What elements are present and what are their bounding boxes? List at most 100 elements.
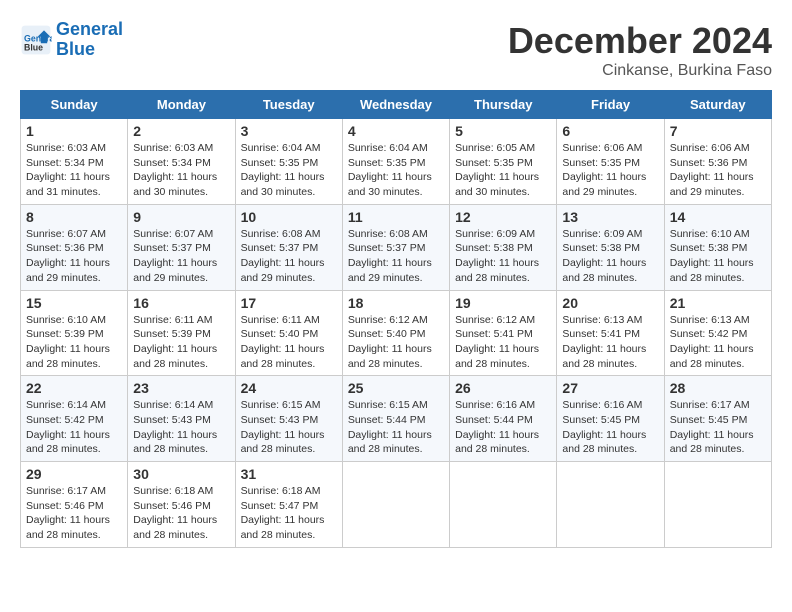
- calendar-cell: 13 Sunrise: 6:09 AMSunset: 5:38 PMDaylig…: [557, 204, 664, 290]
- calendar-cell: 4 Sunrise: 6:04 AMSunset: 5:35 PMDayligh…: [342, 119, 449, 205]
- calendar-cell: 19 Sunrise: 6:12 AMSunset: 5:41 PMDaylig…: [450, 290, 557, 376]
- day-info: Sunrise: 6:03 AMSunset: 5:34 PMDaylight:…: [133, 141, 229, 200]
- calendar-cell: 7 Sunrise: 6:06 AMSunset: 5:36 PMDayligh…: [664, 119, 771, 205]
- calendar-cell: 22 Sunrise: 6:14 AMSunset: 5:42 PMDaylig…: [21, 376, 128, 462]
- weekday-header-friday: Friday: [557, 91, 664, 119]
- calendar-cell: 23 Sunrise: 6:14 AMSunset: 5:43 PMDaylig…: [128, 376, 235, 462]
- calendar-week-3: 22 Sunrise: 6:14 AMSunset: 5:42 PMDaylig…: [21, 376, 772, 462]
- day-number: 6: [562, 123, 658, 139]
- day-info: Sunrise: 6:12 AMSunset: 5:41 PMDaylight:…: [455, 313, 551, 372]
- day-number: 25: [348, 380, 444, 396]
- calendar-cell: 3 Sunrise: 6:04 AMSunset: 5:35 PMDayligh…: [235, 119, 342, 205]
- calendar-week-2: 15 Sunrise: 6:10 AMSunset: 5:39 PMDaylig…: [21, 290, 772, 376]
- day-info: Sunrise: 6:08 AMSunset: 5:37 PMDaylight:…: [348, 227, 444, 286]
- calendar-cell: 14 Sunrise: 6:10 AMSunset: 5:38 PMDaylig…: [664, 204, 771, 290]
- day-info: Sunrise: 6:08 AMSunset: 5:37 PMDaylight:…: [241, 227, 337, 286]
- day-number: 20: [562, 295, 658, 311]
- day-info: Sunrise: 6:11 AMSunset: 5:39 PMDaylight:…: [133, 313, 229, 372]
- calendar-cell: 31 Sunrise: 6:18 AMSunset: 5:47 PMDaylig…: [235, 462, 342, 548]
- day-number: 18: [348, 295, 444, 311]
- calendar-table: SundayMondayTuesdayWednesdayThursdayFrid…: [20, 90, 772, 548]
- calendar-week-0: 1 Sunrise: 6:03 AMSunset: 5:34 PMDayligh…: [21, 119, 772, 205]
- day-number: 10: [241, 209, 337, 225]
- day-number: 3: [241, 123, 337, 139]
- day-number: 1: [26, 123, 122, 139]
- day-number: 28: [670, 380, 766, 396]
- day-number: 24: [241, 380, 337, 396]
- day-info: Sunrise: 6:03 AMSunset: 5:34 PMDaylight:…: [26, 141, 122, 200]
- day-info: Sunrise: 6:04 AMSunset: 5:35 PMDaylight:…: [348, 141, 444, 200]
- calendar-cell: 24 Sunrise: 6:15 AMSunset: 5:43 PMDaylig…: [235, 376, 342, 462]
- day-info: Sunrise: 6:13 AMSunset: 5:42 PMDaylight:…: [670, 313, 766, 372]
- day-number: 23: [133, 380, 229, 396]
- calendar-cell: 9 Sunrise: 6:07 AMSunset: 5:37 PMDayligh…: [128, 204, 235, 290]
- calendar-cell: [342, 462, 449, 548]
- calendar-cell: 20 Sunrise: 6:13 AMSunset: 5:41 PMDaylig…: [557, 290, 664, 376]
- day-number: 29: [26, 466, 122, 482]
- calendar-cell: 25 Sunrise: 6:15 AMSunset: 5:44 PMDaylig…: [342, 376, 449, 462]
- day-info: Sunrise: 6:17 AMSunset: 5:45 PMDaylight:…: [670, 398, 766, 457]
- day-number: 21: [670, 295, 766, 311]
- day-number: 16: [133, 295, 229, 311]
- day-info: Sunrise: 6:06 AMSunset: 5:35 PMDaylight:…: [562, 141, 658, 200]
- calendar-cell: 18 Sunrise: 6:12 AMSunset: 5:40 PMDaylig…: [342, 290, 449, 376]
- weekday-header-thursday: Thursday: [450, 91, 557, 119]
- day-info: Sunrise: 6:13 AMSunset: 5:41 PMDaylight:…: [562, 313, 658, 372]
- logo: General Blue General Blue: [20, 20, 123, 60]
- calendar-cell: 29 Sunrise: 6:17 AMSunset: 5:46 PMDaylig…: [21, 462, 128, 548]
- day-number: 11: [348, 209, 444, 225]
- day-info: Sunrise: 6:16 AMSunset: 5:45 PMDaylight:…: [562, 398, 658, 457]
- calendar-cell: 28 Sunrise: 6:17 AMSunset: 5:45 PMDaylig…: [664, 376, 771, 462]
- day-number: 17: [241, 295, 337, 311]
- calendar-cell: 21 Sunrise: 6:13 AMSunset: 5:42 PMDaylig…: [664, 290, 771, 376]
- calendar-week-1: 8 Sunrise: 6:07 AMSunset: 5:36 PMDayligh…: [21, 204, 772, 290]
- day-number: 22: [26, 380, 122, 396]
- calendar-cell: 12 Sunrise: 6:09 AMSunset: 5:38 PMDaylig…: [450, 204, 557, 290]
- day-info: Sunrise: 6:10 AMSunset: 5:38 PMDaylight:…: [670, 227, 766, 286]
- day-info: Sunrise: 6:10 AMSunset: 5:39 PMDaylight:…: [26, 313, 122, 372]
- day-info: Sunrise: 6:14 AMSunset: 5:43 PMDaylight:…: [133, 398, 229, 457]
- calendar-cell: 16 Sunrise: 6:11 AMSunset: 5:39 PMDaylig…: [128, 290, 235, 376]
- calendar-cell: 1 Sunrise: 6:03 AMSunset: 5:34 PMDayligh…: [21, 119, 128, 205]
- day-info: Sunrise: 6:06 AMSunset: 5:36 PMDaylight:…: [670, 141, 766, 200]
- day-info: Sunrise: 6:04 AMSunset: 5:35 PMDaylight:…: [241, 141, 337, 200]
- day-number: 2: [133, 123, 229, 139]
- day-info: Sunrise: 6:18 AMSunset: 5:46 PMDaylight:…: [133, 484, 229, 543]
- day-info: Sunrise: 6:15 AMSunset: 5:43 PMDaylight:…: [241, 398, 337, 457]
- day-number: 26: [455, 380, 551, 396]
- calendar-cell: 6 Sunrise: 6:06 AMSunset: 5:35 PMDayligh…: [557, 119, 664, 205]
- day-number: 5: [455, 123, 551, 139]
- logo-general: General: [56, 19, 123, 39]
- calendar-cell: 11 Sunrise: 6:08 AMSunset: 5:37 PMDaylig…: [342, 204, 449, 290]
- calendar-cell: [664, 462, 771, 548]
- day-info: Sunrise: 6:18 AMSunset: 5:47 PMDaylight:…: [241, 484, 337, 543]
- calendar-cell: 26 Sunrise: 6:16 AMSunset: 5:44 PMDaylig…: [450, 376, 557, 462]
- weekday-header-monday: Monday: [128, 91, 235, 119]
- calendar-cell: [557, 462, 664, 548]
- location: Cinkanse, Burkina Faso: [508, 62, 772, 80]
- weekday-header-tuesday: Tuesday: [235, 91, 342, 119]
- calendar-cell: 15 Sunrise: 6:10 AMSunset: 5:39 PMDaylig…: [21, 290, 128, 376]
- day-number: 4: [348, 123, 444, 139]
- day-info: Sunrise: 6:12 AMSunset: 5:40 PMDaylight:…: [348, 313, 444, 372]
- calendar-cell: 10 Sunrise: 6:08 AMSunset: 5:37 PMDaylig…: [235, 204, 342, 290]
- day-info: Sunrise: 6:16 AMSunset: 5:44 PMDaylight:…: [455, 398, 551, 457]
- calendar-cell: 5 Sunrise: 6:05 AMSunset: 5:35 PMDayligh…: [450, 119, 557, 205]
- logo-icon: General Blue: [20, 24, 52, 56]
- day-number: 13: [562, 209, 658, 225]
- title-block: December 2024 Cinkanse, Burkina Faso: [508, 20, 772, 80]
- calendar-cell: 30 Sunrise: 6:18 AMSunset: 5:46 PMDaylig…: [128, 462, 235, 548]
- day-info: Sunrise: 6:14 AMSunset: 5:42 PMDaylight:…: [26, 398, 122, 457]
- svg-text:Blue: Blue: [24, 42, 43, 52]
- weekday-header-wednesday: Wednesday: [342, 91, 449, 119]
- calendar-cell: 2 Sunrise: 6:03 AMSunset: 5:34 PMDayligh…: [128, 119, 235, 205]
- logo-blue: Blue: [56, 39, 95, 59]
- day-info: Sunrise: 6:07 AMSunset: 5:36 PMDaylight:…: [26, 227, 122, 286]
- day-number: 31: [241, 466, 337, 482]
- day-info: Sunrise: 6:05 AMSunset: 5:35 PMDaylight:…: [455, 141, 551, 200]
- month-title: December 2024: [508, 20, 772, 62]
- logo-text: General Blue: [56, 20, 123, 60]
- day-number: 14: [670, 209, 766, 225]
- day-number: 30: [133, 466, 229, 482]
- calendar-cell: 17 Sunrise: 6:11 AMSunset: 5:40 PMDaylig…: [235, 290, 342, 376]
